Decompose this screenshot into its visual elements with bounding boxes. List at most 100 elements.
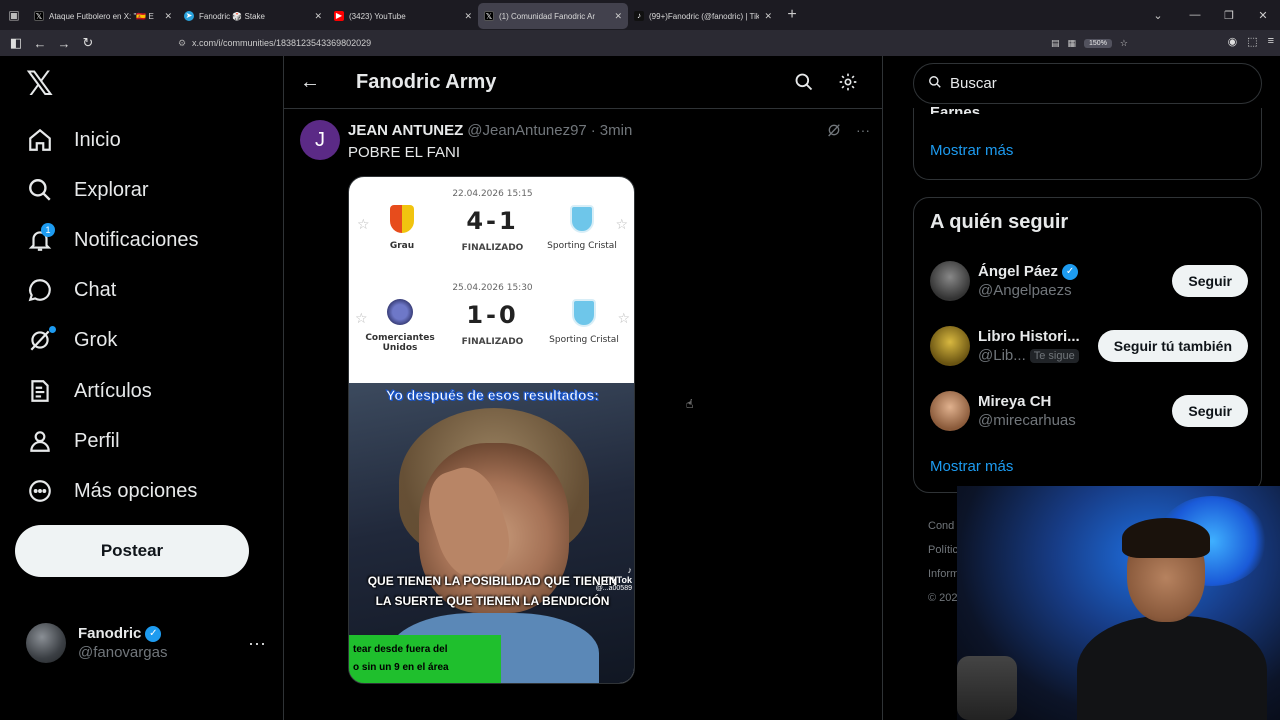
show-more-link[interactable]: Mostrar más: [930, 458, 1013, 475]
star-icon: ☆: [617, 311, 630, 327]
tiktok-id: @...a00589: [595, 585, 632, 592]
browser-tab[interactable]: ➤ Fanodric 🎲 Stake ✕: [178, 3, 328, 29]
follow-button[interactable]: Seguir: [1172, 395, 1248, 427]
post-media[interactable]: 22.04.2026 15:15 ☆ Grau 4-1 FINALIZADO S…: [348, 176, 635, 684]
footer-link[interactable]: Polític: [928, 538, 959, 562]
sidebar-item-explorar[interactable]: Explorar: [26, 170, 148, 210]
close-icon[interactable]: ✕: [314, 11, 322, 22]
search-input[interactable]: [950, 75, 1250, 92]
person-icon: [26, 427, 54, 455]
meme-caption-top: Yo después de esos resultados:: [386, 387, 600, 404]
more-dots-icon[interactable]: ···: [248, 633, 266, 654]
site-info-icon[interactable]: ⚙: [172, 38, 192, 49]
left-sidebar: 𝕏 Inicio Explorar 1 Notificaciones Chat …: [0, 56, 283, 720]
window-controls: ⌄ — ❐ ✕: [1138, 9, 1280, 22]
x-logo-icon[interactable]: 𝕏: [26, 67, 58, 101]
sidebar-toggle-icon[interactable]: ◧: [4, 35, 28, 51]
suggestion-name[interactable]: Mireya CH: [978, 393, 1051, 410]
tiktok-icon: ♪: [634, 11, 644, 21]
follow-suggestion[interactable]: Libro Histori... @Lib... Te sigue Seguir …: [930, 322, 1248, 370]
sidebar-item-notificaciones[interactable]: 1 Notificaciones: [26, 220, 199, 260]
reader-view-icon[interactable]: ▤: [1051, 38, 1060, 49]
tab-overview-icon[interactable]: ▣: [0, 0, 28, 30]
grok-explain-icon[interactable]: [826, 122, 842, 141]
address-bar[interactable]: ⚙ x.com/i/communities/183812354336980202…: [172, 33, 1134, 53]
more-dots-icon[interactable]: ···: [856, 122, 870, 141]
zoom-level[interactable]: 150%: [1084, 38, 1112, 48]
section-title: A quién seguir: [930, 211, 1069, 233]
close-icon[interactable]: ✕: [464, 11, 472, 22]
sidebar-item-grok[interactable]: Grok: [26, 320, 117, 360]
bookmark-star-icon[interactable]: ☆: [1120, 38, 1128, 49]
post-text: POBRE EL FANI: [348, 144, 460, 161]
notification-badge: 1: [41, 223, 55, 237]
account-switcher[interactable]: Fanodric ✓ @fanovargas ···: [26, 618, 266, 668]
close-icon[interactable]: ✕: [164, 11, 172, 22]
footer-link[interactable]: Cond: [928, 514, 959, 538]
forward-icon[interactable]: →: [52, 36, 76, 51]
extensions-icon[interactable]: ⬚: [1247, 35, 1257, 48]
browser-tab-bar: ▣ 𝕏 Ataque Futbolero en X: "🇪🇸 E ✕ ➤ Fan…: [0, 0, 1280, 30]
suggestion-name[interactable]: Ángel Páez: [978, 263, 1058, 280]
post-time[interactable]: 3min: [600, 122, 633, 139]
webcam-person-hair: [1122, 518, 1210, 558]
sidebar-item-perfil[interactable]: Perfil: [26, 421, 120, 461]
reload-icon[interactable]: ↻: [76, 35, 100, 51]
page-title: Fanodric Army: [356, 70, 497, 93]
bell-icon: 1: [26, 223, 55, 254]
back-arrow-icon[interactable]: ←: [284, 71, 336, 94]
account-icon[interactable]: ◉: [1228, 35, 1238, 48]
follow-suggestion[interactable]: Mireya CH @mirecarhuas Seguir: [930, 387, 1248, 435]
screenshot-icon[interactable]: ▦: [1068, 38, 1077, 49]
sidebar-item-label: Chat: [74, 278, 117, 301]
menu-icon[interactable]: ≡: [1268, 35, 1274, 48]
grok-icon: [26, 326, 56, 354]
browser-tab[interactable]: 𝕏 Ataque Futbolero en X: "🇪🇸 E ✕: [28, 3, 178, 29]
avatar[interactable]: J: [300, 120, 340, 160]
who-to-follow: A quién seguir Ángel Páez ✓ @Angelpaezs S…: [913, 197, 1262, 493]
close-window-button[interactable]: ✕: [1246, 9, 1280, 22]
sidebar-item-mas-opciones[interactable]: Más opciones: [26, 471, 197, 511]
webcam-overlay: [957, 486, 1280, 720]
account-name: Fanodric: [78, 625, 142, 642]
post-handle[interactable]: @JeanAntunez97: [467, 122, 586, 139]
show-more-link[interactable]: Mostrar más: [930, 142, 1013, 159]
footer-link[interactable]: Inform: [928, 562, 959, 586]
back-icon[interactable]: ←: [28, 36, 52, 51]
avatar: [26, 623, 66, 663]
footer-links: Cond Polític Inform © 202: [928, 514, 959, 610]
close-icon[interactable]: ✕: [614, 11, 622, 22]
search-box[interactable]: [913, 63, 1262, 104]
browser-tab-active[interactable]: 𝕏 (1) Comunidad Fanodric Ar ✕: [478, 3, 628, 29]
search-icon[interactable]: [794, 72, 814, 92]
sidebar-item-label: Inicio: [74, 128, 121, 151]
sidebar-item-articulos[interactable]: Artículos: [26, 371, 152, 411]
green-banner-line: tear desde fuera del: [353, 644, 448, 655]
close-icon[interactable]: ✕: [764, 11, 772, 22]
suggestion-name[interactable]: Libro Histori...: [978, 328, 1080, 345]
new-tab-button[interactable]: +: [778, 6, 806, 24]
main-column: ← Fanodric Army J JEAN ANTUNEZ @JeanAntu…: [283, 56, 883, 720]
minimize-button[interactable]: —: [1178, 9, 1212, 22]
sidebar-item-chat[interactable]: Chat: [26, 270, 116, 310]
browser-tab[interactable]: ▶ (3423) YouTube ✕: [328, 3, 478, 29]
chat-icon: [26, 276, 54, 304]
gear-icon[interactable]: [838, 72, 858, 92]
follows-you-badge: Te sigue: [1029, 348, 1079, 363]
follow-button[interactable]: Seguir: [1172, 265, 1248, 297]
telegram-icon: ➤: [184, 11, 194, 21]
tab-title: (3423) YouTube: [349, 11, 406, 21]
restore-button[interactable]: ❐: [1212, 9, 1246, 22]
follow-suggestion[interactable]: Ángel Páez ✓ @Angelpaezs Seguir: [930, 257, 1248, 305]
microphone-icon: [957, 656, 1017, 720]
sidebar-item-inicio[interactable]: Inicio: [26, 120, 121, 160]
sidebar-item-label: Más opciones: [74, 479, 198, 502]
browser-tab[interactable]: ♪ (99+)Fanodric (@fanodric) | Tik ✕: [628, 3, 778, 29]
post-button[interactable]: Postear: [15, 525, 249, 577]
suggestion-handle: @Angelpaezs: [978, 282, 1072, 299]
tab-list-chevron-icon[interactable]: ⌄: [1138, 9, 1178, 22]
follow-back-button[interactable]: Seguir tú también: [1097, 330, 1248, 362]
post-author[interactable]: JEAN ANTUNEZ: [348, 122, 463, 139]
trends-box: Earnes Mostrar más: [913, 104, 1262, 180]
search-icon: [26, 176, 54, 204]
